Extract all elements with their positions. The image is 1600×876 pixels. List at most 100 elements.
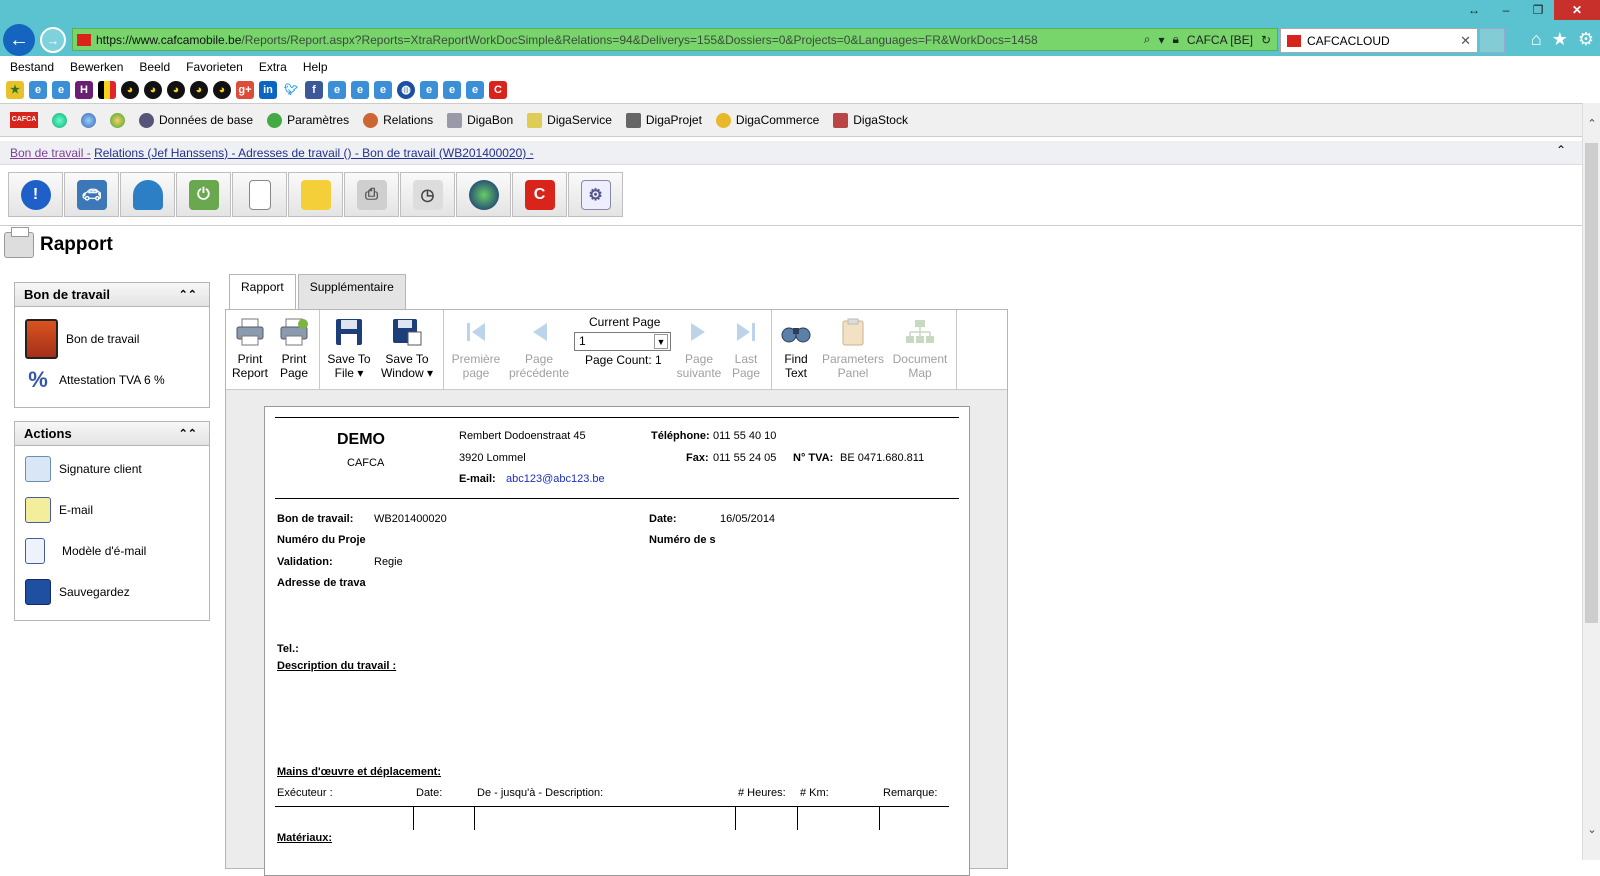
document-map-button[interactable]: Document Map <box>892 310 948 390</box>
home-icon[interactable]: ⌂ <box>1531 29 1542 50</box>
doc-attestation-tva[interactable]: % Attestation TVA 6 % <box>15 367 209 393</box>
close-tab-icon[interactable]: ✕ <box>1460 33 1471 49</box>
nav-digaservice[interactable]: DigaService <box>527 112 612 128</box>
smiley-icon[interactable]: ◕ <box>213 81 231 99</box>
print-button[interactable]: ⎙ <box>344 172 399 217</box>
nav-digastock[interactable]: DigaStock <box>833 112 908 128</box>
linkedin-icon[interactable]: in <box>259 81 277 99</box>
h-logo-icon[interactable]: H <box>75 81 93 99</box>
save-to-window-button[interactable]: Save To Window ▾ <box>380 310 434 390</box>
documents-panel-header[interactable]: Bon de travail ⌃⌃ <box>15 283 209 307</box>
refresh-icon[interactable]: ↻ <box>1261 33 1271 47</box>
cafca-logo[interactable]: CAFCA <box>10 112 38 128</box>
breadcrumb-link-bon[interactable]: Bon de travail - <box>10 146 91 160</box>
page-scrollbar[interactable]: ⌃ ⌄ <box>1582 103 1600 860</box>
resize-icon[interactable]: ↔ <box>1458 0 1490 20</box>
url-text[interactable]: https://www.cafcamobile.be/Reports/Repor… <box>96 33 1144 47</box>
menu-favorieten[interactable]: Favorieten <box>186 56 243 78</box>
sync-icon[interactable] <box>81 112 96 128</box>
person-button[interactable] <box>120 172 175 217</box>
chevron-down-icon[interactable]: ▼ <box>654 334 668 349</box>
action-email[interactable]: E-mail <box>15 497 209 523</box>
menu-extra[interactable]: Extra <box>259 56 287 78</box>
collapse-icon[interactable]: ⌃⌃ <box>179 422 197 446</box>
ie-link-icon[interactable]: e <box>443 81 461 99</box>
collapse-icon[interactable]: ⌃⌃ <box>179 283 197 307</box>
close-window-button[interactable]: ✕ <box>1554 0 1600 20</box>
print-page-button[interactable]: Print Page <box>278 310 310 390</box>
nav-digabon[interactable]: DigaBon <box>447 112 513 128</box>
schedule-button[interactable]: ◷ <box>400 172 455 217</box>
tab-rapport[interactable]: Rapport <box>229 274 296 310</box>
nav-relations[interactable]: Relations <box>363 112 433 128</box>
ie-link-icon[interactable]: e <box>374 81 392 99</box>
nav-digaprojet[interactable]: DigaProjet <box>625 112 702 128</box>
lock-icon[interactable]: 🔒︎ <box>1173 32 1179 47</box>
scroll-up-icon[interactable]: ⌃ <box>1583 117 1600 130</box>
scroll-down-icon[interactable]: ⌄ <box>1583 823 1600 836</box>
find-text-button[interactable]: Find Text <box>778 310 814 390</box>
cafca-logo-icon[interactable]: C <box>489 81 507 99</box>
smiley-icon[interactable]: ◕ <box>121 81 139 99</box>
twitter-icon[interactable]: 🐦︎ <box>282 81 300 99</box>
document-button[interactable] <box>232 172 287 217</box>
google-plus-icon[interactable]: g+ <box>236 81 254 99</box>
flag-icon[interactable] <box>98 81 116 99</box>
address-bar[interactable]: https://www.cafcamobile.be/Reports/Repor… <box>72 28 1278 51</box>
parameters-panel-button[interactable]: Parameters Panel <box>822 310 884 390</box>
breadcrumb-link-path[interactable]: Relations (Jef Hanssens) - Adresses de t… <box>94 146 534 160</box>
plug-button[interactable]: ⏻ <box>176 172 231 217</box>
smiley-icon[interactable]: ◕ <box>190 81 208 99</box>
action-signature-client[interactable]: Signature client <box>15 456 209 482</box>
new-tab-button[interactable] <box>1479 28 1505 53</box>
smiley-icon[interactable]: ◕ <box>167 81 185 99</box>
action-email-template[interactable]: Modèle d'é-mail <box>15 538 209 564</box>
dropdown-icon[interactable]: ▾ <box>1158 33 1164 47</box>
nav-donnees-de-base[interactable]: Données de base <box>139 112 253 128</box>
menu-help[interactable]: Help <box>303 56 328 78</box>
search-icon[interactable]: ⌕ <box>1144 32 1151 47</box>
back-button[interactable]: ← <box>3 24 35 56</box>
browser-tab[interactable]: CAFCACLOUD ✕ <box>1280 28 1478 53</box>
ie-link-icon[interactable]: e <box>52 81 70 99</box>
ie-link-icon[interactable]: e <box>351 81 369 99</box>
forward-button[interactable]: → <box>40 27 66 53</box>
smiley-icon[interactable]: ◕ <box>144 81 162 99</box>
last-page-button[interactable]: Last Page <box>728 310 764 390</box>
cafca-button[interactable]: C <box>512 172 567 217</box>
settings-gear-icon[interactable]: ⚙ <box>1578 29 1594 50</box>
globe-button[interactable] <box>456 172 511 217</box>
previous-page-button[interactable]: Page précédente <box>508 310 570 390</box>
ie-link-icon[interactable]: e <box>29 81 47 99</box>
scrollbar-thumb[interactable] <box>1585 143 1598 623</box>
globe-icon[interactable] <box>52 112 67 128</box>
first-page-button[interactable]: Première page <box>450 310 502 390</box>
folder-button[interactable] <box>288 172 343 217</box>
menu-bewerken[interactable]: Bewerken <box>70 56 123 78</box>
minimize-button[interactable]: – <box>1490 0 1522 20</box>
email-link[interactable]: abc123@abc123.be <box>506 473 605 485</box>
restore-button[interactable]: ❐ <box>1522 0 1554 20</box>
globe-icon[interactable]: ◍ <box>397 81 415 99</box>
current-page-select[interactable]: 1 ▼ <box>574 332 671 351</box>
vehicle-button[interactable]: 🚗︎ <box>64 172 119 217</box>
action-save[interactable]: Sauvegardez <box>15 579 209 605</box>
menu-bestand[interactable]: Bestand <box>10 56 54 78</box>
print-report-button[interactable]: Print Report <box>232 310 268 390</box>
favorites-star-icon[interactable]: ★ <box>1552 29 1568 50</box>
tab-supplementaire[interactable]: Supplémentaire <box>297 274 406 309</box>
menu-beeld[interactable]: Beeld <box>139 56 170 78</box>
nav-digacommerce[interactable]: DigaCommerce <box>715 112 819 128</box>
actions-panel-header[interactable]: Actions ⌃⌃ <box>15 422 209 446</box>
favorites-add-icon[interactable]: ★ <box>6 81 24 99</box>
facebook-icon[interactable]: f <box>305 81 323 99</box>
settings-doc-button[interactable]: ⚙ <box>568 172 623 217</box>
ie-link-icon[interactable]: e <box>420 81 438 99</box>
ie-link-icon[interactable]: e <box>466 81 484 99</box>
ie-link-icon[interactable]: e <box>328 81 346 99</box>
nav-parametres[interactable]: Paramètres <box>267 112 349 128</box>
collapse-icon[interactable]: ⌃ <box>1556 143 1566 157</box>
save-to-file-button[interactable]: Save To File ▾ <box>326 310 372 390</box>
next-page-button[interactable]: Page suivante <box>676 310 722 390</box>
user-icon[interactable] <box>110 112 125 128</box>
